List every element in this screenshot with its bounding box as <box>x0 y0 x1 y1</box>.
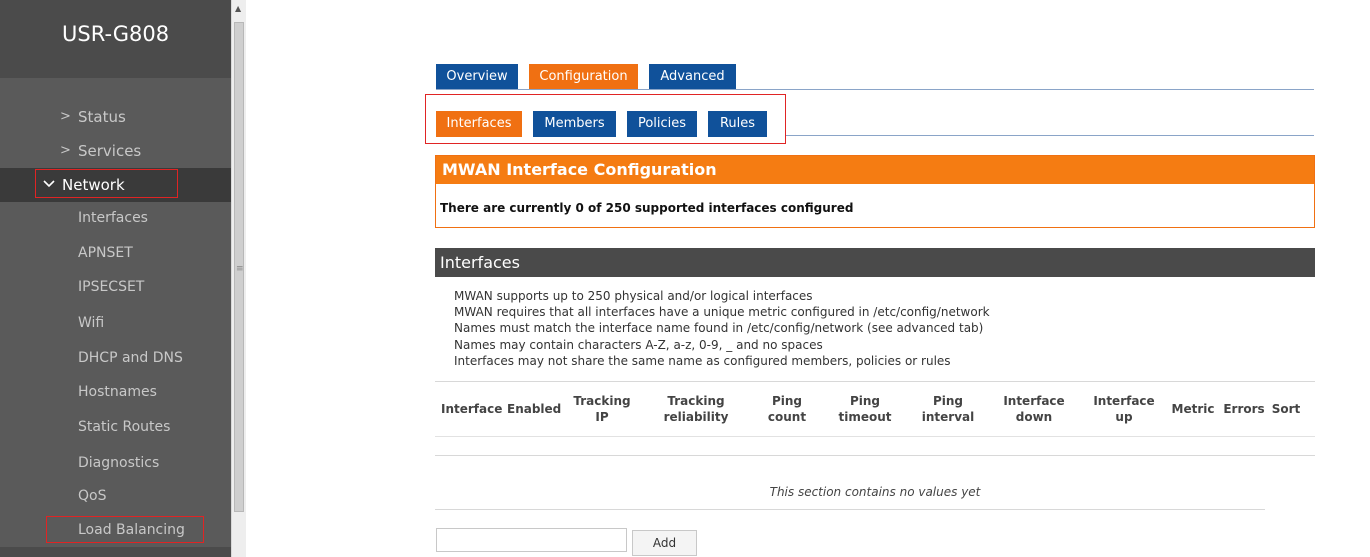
tab-underline <box>436 89 1314 90</box>
sidebar-subitem-static-routes[interactable]: Static Routes <box>78 417 170 437</box>
column-header-ping-count: Ping count <box>767 394 807 424</box>
table-row <box>435 436 1315 437</box>
column-header-enabled: Enabled <box>507 402 562 416</box>
tab-overview[interactable]: Overview <box>436 64 518 90</box>
column-header-interface-down: Interface down <box>1003 394 1065 424</box>
subtab-underline <box>785 135 1314 136</box>
column-header-errors: Errors <box>1223 402 1265 416</box>
interfaces-section-title: Interfaces <box>435 248 1315 277</box>
sidebar-subitem-interfaces[interactable]: Interfaces <box>78 208 148 228</box>
tab-configuration[interactable]: Configuration <box>529 64 638 90</box>
sidebar-item-services[interactable]: > Services <box>0 134 231 168</box>
highlight-box-load-balancing <box>46 516 204 543</box>
column-header-ping-timeout: Ping timeout <box>838 394 892 424</box>
empty-message: This section contains no values yet <box>769 485 981 499</box>
tab-advanced[interactable]: Advanced <box>649 64 736 90</box>
mwan-config-title: MWAN Interface Configuration <box>436 156 1314 184</box>
sidebar: USR-G808 > Status > Services Network Int… <box>0 0 231 557</box>
description-line: Names must match the interface name foun… <box>454 321 984 335</box>
new-interface-name-input[interactable] <box>436 528 627 552</box>
brand-header: USR-G808 <box>0 0 231 78</box>
description-line: MWAN requires that all interfaces have a… <box>454 305 990 319</box>
column-header-sort: Sort <box>1271 402 1301 416</box>
column-header-tracking-reliability: Tracking reliability <box>663 394 729 424</box>
column-header-interface-up: Interface up <box>1093 394 1155 424</box>
chevron-right-icon: > <box>60 143 71 158</box>
highlight-box-subtabs <box>425 94 786 144</box>
column-header-interface: Interface <box>441 402 503 416</box>
grip-icon: ≡ <box>236 264 244 274</box>
sidebar-subitem-wifi[interactable]: Wifi <box>78 313 104 333</box>
brand-title: USR-G808 <box>62 22 170 46</box>
column-header-ping-interval: Ping interval <box>921 394 975 424</box>
sidebar-subitem-qos[interactable]: QoS <box>78 486 106 506</box>
scrollbar-thumb[interactable]: ≡ <box>234 22 244 512</box>
sidebar-footer <box>0 547 231 557</box>
column-header-metric: Metric <box>1171 402 1215 416</box>
highlight-box-network <box>35 169 178 198</box>
sidebar-subitem-ipsecset[interactable]: IPSECSET <box>78 277 144 297</box>
sidebar-subitem-apnset[interactable]: APNSET <box>78 243 133 263</box>
sidebar-subitem-diagnostics[interactable]: Diagnostics <box>78 453 159 473</box>
vertical-scrollbar[interactable]: ▲ ≡ <box>231 0 246 557</box>
mwan-config-box: MWAN Interface Configuration There are c… <box>435 155 1315 228</box>
empty-section: This section contains no values yet <box>435 457 1265 510</box>
description-line: Interfaces may not share the same name a… <box>454 354 951 368</box>
sidebar-item-status[interactable]: > Status <box>0 100 231 134</box>
mwan-config-message: There are currently 0 of 250 supported i… <box>440 201 854 215</box>
sidebar-subitem-hostnames[interactable]: Hostnames <box>78 382 157 402</box>
chevron-right-icon: > <box>60 109 71 124</box>
add-button[interactable]: Add <box>632 530 697 556</box>
sidebar-item-label: Status <box>78 108 126 126</box>
sidebar-item-label: Services <box>78 142 142 160</box>
description-line: Names may contain characters A-Z, a-z, 0… <box>454 338 823 352</box>
description-line: MWAN supports up to 250 physical and/or … <box>454 289 813 303</box>
scroll-up-arrow-icon[interactable]: ▲ <box>235 4 241 13</box>
column-header-tracking-ip: Tracking IP <box>573 394 631 424</box>
sidebar-subitem-dhcp-dns[interactable]: DHCP and DNS <box>78 348 183 368</box>
